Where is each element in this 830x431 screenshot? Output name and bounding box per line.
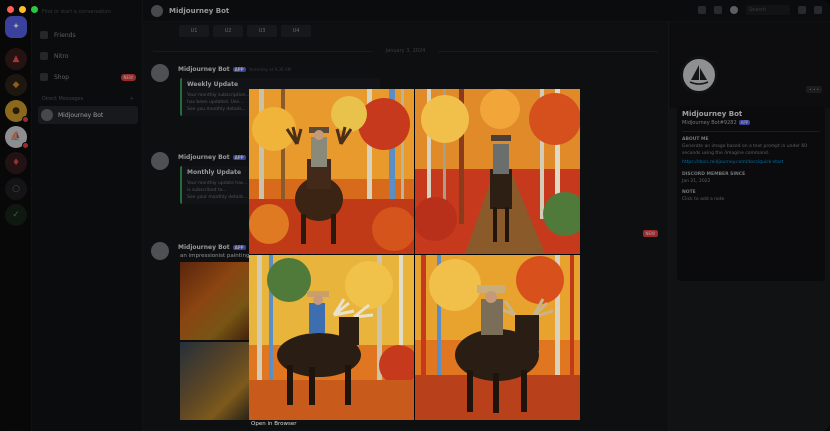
- close-window-button[interactable]: [7, 6, 14, 13]
- image-quadrant-2[interactable]: [415, 89, 580, 254]
- minimize-window-button[interactable]: [19, 6, 26, 13]
- image-quadrant-3[interactable]: [249, 255, 414, 420]
- painting-image: [415, 89, 580, 254]
- image-quadrant-1[interactable]: [249, 89, 414, 254]
- image-viewer[interactable]: [249, 89, 580, 420]
- painting-image: [249, 89, 414, 254]
- painting-image: [249, 255, 414, 420]
- window-controls: [7, 6, 38, 13]
- image-quadrant-4[interactable]: [415, 255, 580, 420]
- open-in-browser-link[interactable]: Open in Browser: [251, 421, 297, 427]
- painting-image: [415, 255, 580, 420]
- maximize-window-button[interactable]: [31, 6, 38, 13]
